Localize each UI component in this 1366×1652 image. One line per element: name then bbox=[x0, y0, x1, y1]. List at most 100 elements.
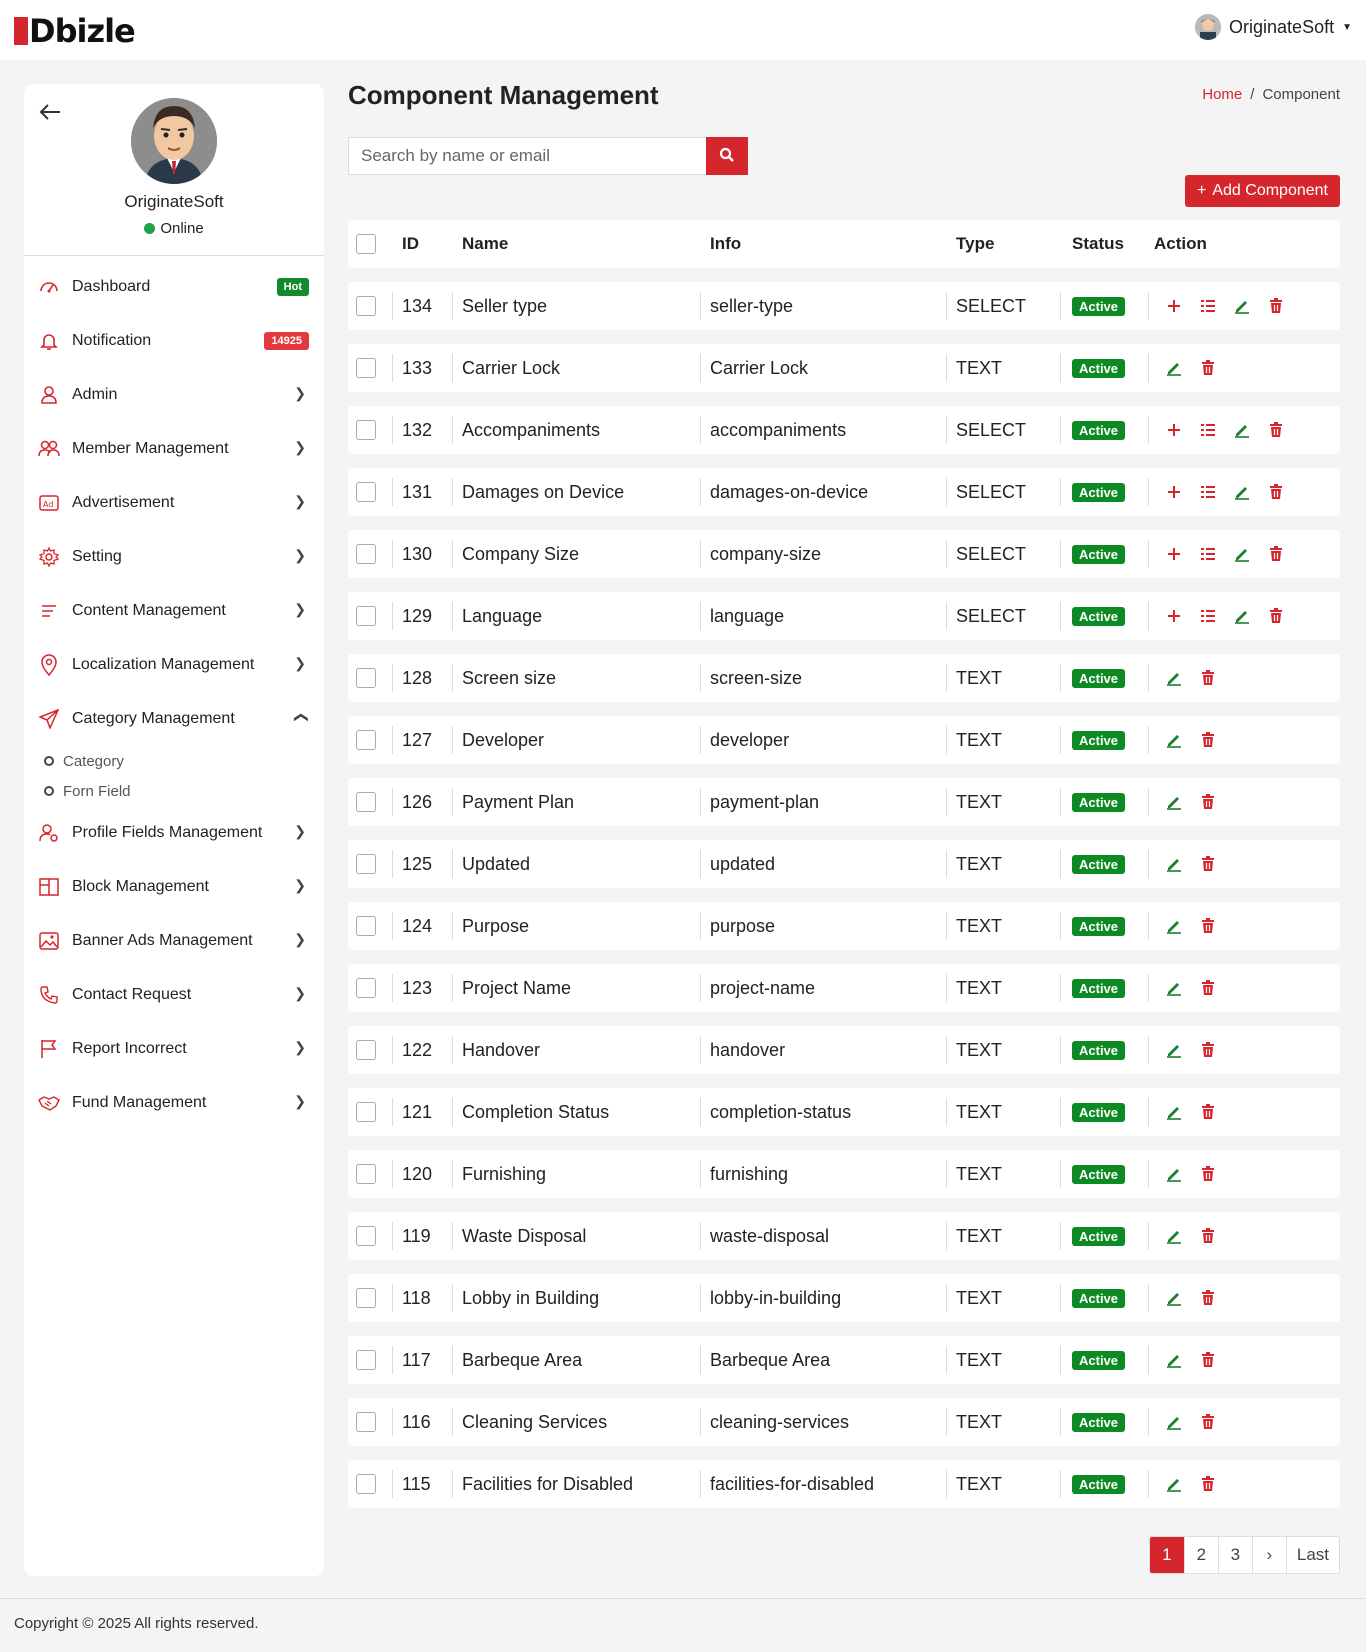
row-checkbox[interactable] bbox=[356, 1350, 376, 1370]
add-option-icon[interactable] bbox=[1164, 482, 1184, 502]
edit-icon[interactable] bbox=[1164, 792, 1184, 812]
delete-icon[interactable] bbox=[1198, 854, 1218, 874]
sidebar-item-advertisement[interactable]: Ad Advertisement ❯ bbox=[24, 476, 324, 530]
status-badge[interactable]: Active bbox=[1072, 606, 1126, 626]
edit-icon[interactable] bbox=[1164, 1164, 1184, 1184]
column-header-id[interactable]: ID bbox=[402, 220, 419, 268]
delete-icon[interactable] bbox=[1198, 1412, 1218, 1432]
options-list-icon[interactable] bbox=[1198, 606, 1218, 626]
delete-icon[interactable] bbox=[1198, 1040, 1218, 1060]
delete-icon[interactable] bbox=[1198, 358, 1218, 378]
sidebar-item-localization-management[interactable]: Localization Management ❯ bbox=[24, 638, 324, 692]
status-badge[interactable]: Active bbox=[1072, 358, 1126, 378]
status-badge[interactable]: Active bbox=[1072, 1164, 1126, 1184]
row-checkbox[interactable] bbox=[356, 1474, 376, 1494]
sidebar-item-setting[interactable]: Setting ❯ bbox=[24, 530, 324, 584]
logo[interactable]: Dbizle bbox=[14, 8, 136, 54]
status-badge[interactable]: Active bbox=[1072, 1350, 1126, 1370]
add-option-icon[interactable] bbox=[1164, 544, 1184, 564]
edit-icon[interactable] bbox=[1164, 1288, 1184, 1308]
sidebar-subitem-category[interactable]: Category bbox=[24, 746, 324, 776]
row-checkbox[interactable] bbox=[356, 1164, 376, 1184]
row-checkbox[interactable] bbox=[356, 854, 376, 874]
row-checkbox[interactable] bbox=[356, 668, 376, 688]
edit-icon[interactable] bbox=[1164, 668, 1184, 688]
row-checkbox[interactable] bbox=[356, 420, 376, 440]
delete-icon[interactable] bbox=[1266, 296, 1286, 316]
delete-icon[interactable] bbox=[1198, 916, 1218, 936]
delete-icon[interactable] bbox=[1266, 420, 1286, 440]
delete-icon[interactable] bbox=[1198, 1226, 1218, 1246]
search-button[interactable] bbox=[706, 137, 748, 175]
options-list-icon[interactable] bbox=[1198, 420, 1218, 440]
edit-icon[interactable] bbox=[1164, 1412, 1184, 1432]
row-checkbox[interactable] bbox=[356, 730, 376, 750]
sidebar-item-block-management[interactable]: Block Management ❯ bbox=[24, 860, 324, 914]
edit-icon[interactable] bbox=[1164, 730, 1184, 750]
status-badge[interactable]: Active bbox=[1072, 544, 1126, 564]
page-2-button[interactable]: 2 bbox=[1183, 1537, 1218, 1573]
delete-icon[interactable] bbox=[1198, 1474, 1218, 1494]
status-badge[interactable]: Active bbox=[1072, 1102, 1126, 1122]
page-1-button[interactable]: 1 bbox=[1149, 1537, 1184, 1573]
row-checkbox[interactable] bbox=[356, 544, 376, 564]
last-page-button[interactable]: Last bbox=[1285, 1537, 1339, 1573]
add-option-icon[interactable] bbox=[1164, 296, 1184, 316]
row-checkbox[interactable] bbox=[356, 978, 376, 998]
add-option-icon[interactable] bbox=[1164, 420, 1184, 440]
sidebar-item-dashboard[interactable]: Dashboard Hot bbox=[24, 260, 324, 314]
sidebar-item-contact-request[interactable]: Contact Request ❯ bbox=[24, 968, 324, 1022]
row-checkbox[interactable] bbox=[356, 1040, 376, 1060]
status-badge[interactable]: Active bbox=[1072, 668, 1126, 688]
options-list-icon[interactable] bbox=[1198, 544, 1218, 564]
column-header-type[interactable]: Type bbox=[956, 220, 994, 268]
status-badge[interactable]: Active bbox=[1072, 730, 1126, 750]
sidebar-item-report-incorrect[interactable]: Report Incorrect ❯ bbox=[24, 1022, 324, 1076]
sidebar-subitem-form-field[interactable]: Forn Field bbox=[24, 776, 324, 806]
status-badge[interactable]: Active bbox=[1072, 916, 1126, 936]
delete-icon[interactable] bbox=[1266, 482, 1286, 502]
row-checkbox[interactable] bbox=[356, 792, 376, 812]
sidebar-item-notification[interactable]: Notification 14925 bbox=[24, 314, 324, 368]
sidebar-item-category-management[interactable]: Category Management ❯ bbox=[24, 692, 324, 746]
sidebar-item-member-management[interactable]: Member Management ❯ bbox=[24, 422, 324, 476]
delete-icon[interactable] bbox=[1198, 1164, 1218, 1184]
edit-icon[interactable] bbox=[1164, 916, 1184, 936]
edit-icon[interactable] bbox=[1232, 606, 1252, 626]
row-checkbox[interactable] bbox=[356, 916, 376, 936]
status-badge[interactable]: Active bbox=[1072, 296, 1126, 316]
column-header-info[interactable]: Info bbox=[710, 220, 741, 268]
edit-icon[interactable] bbox=[1164, 854, 1184, 874]
add-option-icon[interactable] bbox=[1164, 606, 1184, 626]
sidebar-item-banner-ads-management[interactable]: Banner Ads Management ❯ bbox=[24, 914, 324, 968]
status-badge[interactable]: Active bbox=[1072, 854, 1126, 874]
sidebar-item-content-management[interactable]: Content Management ❯ bbox=[24, 584, 324, 638]
options-list-icon[interactable] bbox=[1198, 482, 1218, 502]
add-component-button[interactable]: + Add Component bbox=[1185, 175, 1340, 207]
search-input[interactable] bbox=[348, 137, 706, 175]
edit-icon[interactable] bbox=[1164, 1474, 1184, 1494]
edit-icon[interactable] bbox=[1164, 978, 1184, 998]
delete-icon[interactable] bbox=[1198, 978, 1218, 998]
page-3-button[interactable]: 3 bbox=[1217, 1537, 1252, 1573]
status-badge[interactable]: Active bbox=[1072, 1040, 1126, 1060]
status-badge[interactable]: Active bbox=[1072, 1412, 1126, 1432]
sidebar-item-profile-fields-management[interactable]: Profile Fields Management ❯ bbox=[24, 806, 324, 860]
edit-icon[interactable] bbox=[1232, 544, 1252, 564]
status-badge[interactable]: Active bbox=[1072, 482, 1126, 502]
delete-icon[interactable] bbox=[1198, 1350, 1218, 1370]
edit-icon[interactable] bbox=[1164, 1040, 1184, 1060]
status-badge[interactable]: Active bbox=[1072, 420, 1126, 440]
delete-icon[interactable] bbox=[1198, 1102, 1218, 1122]
sidebar-item-admin[interactable]: Admin ❯ bbox=[24, 368, 324, 422]
delete-icon[interactable] bbox=[1198, 730, 1218, 750]
delete-icon[interactable] bbox=[1198, 1288, 1218, 1308]
row-checkbox[interactable] bbox=[356, 606, 376, 626]
options-list-icon[interactable] bbox=[1198, 296, 1218, 316]
status-badge[interactable]: Active bbox=[1072, 1226, 1126, 1246]
row-checkbox[interactable] bbox=[356, 358, 376, 378]
delete-icon[interactable] bbox=[1198, 668, 1218, 688]
delete-icon[interactable] bbox=[1266, 544, 1286, 564]
breadcrumb-home-link[interactable]: Home bbox=[1202, 86, 1242, 103]
row-checkbox[interactable] bbox=[356, 296, 376, 316]
